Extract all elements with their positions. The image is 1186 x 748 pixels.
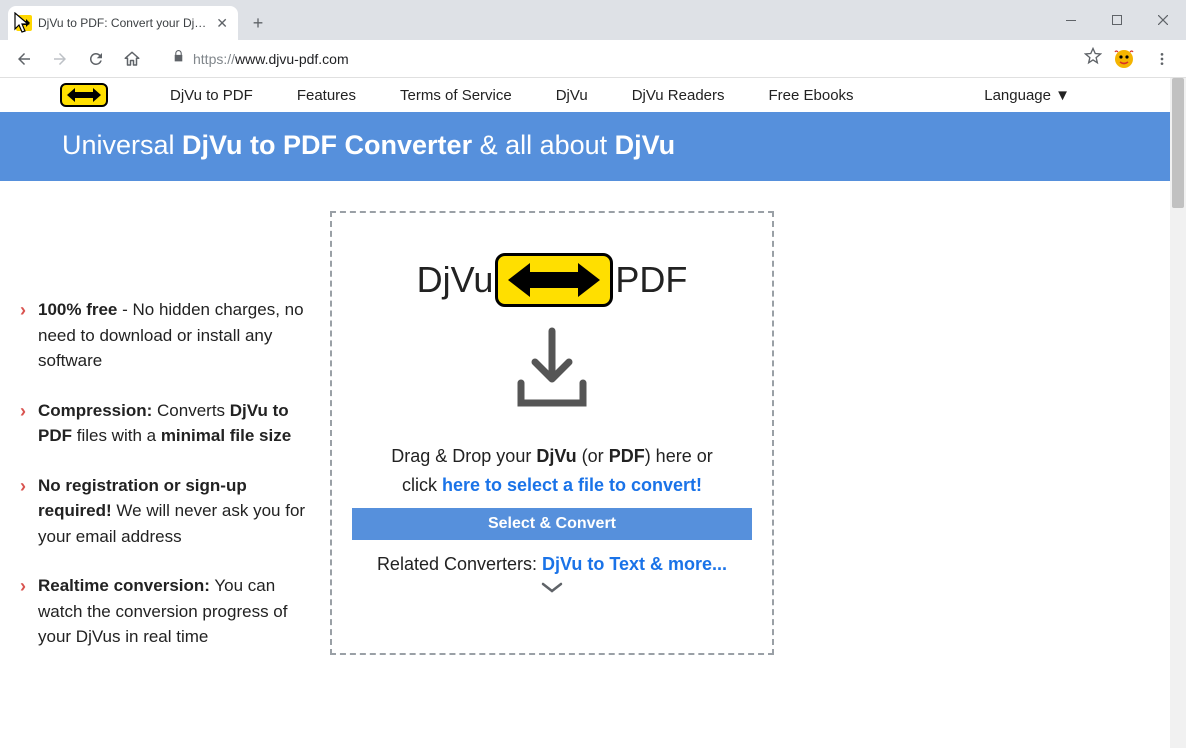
list-item: Compression: Converts DjVu to PDF files …	[20, 398, 310, 449]
page-viewport: DjVu to PDF Features Terms of Service Dj…	[0, 78, 1186, 748]
window-maximize-button[interactable]	[1094, 4, 1140, 36]
mouse-cursor-icon	[14, 12, 32, 39]
list-item: No registration or sign-up required! We …	[20, 473, 310, 550]
site-nav: DjVu to PDF Features Terms of Service Dj…	[0, 78, 1170, 112]
back-button[interactable]	[8, 43, 40, 75]
related-converters: Related Converters: DjVu to Text & more.…	[352, 554, 752, 575]
nav-link-features[interactable]: Features	[275, 87, 378, 104]
nav-link-ebooks[interactable]: Free Ebooks	[747, 87, 876, 104]
nav-link-djvu[interactable]: DjVu	[534, 87, 610, 104]
nav-link-readers[interactable]: DjVu Readers	[610, 87, 747, 104]
browser-menu-button[interactable]	[1146, 43, 1178, 75]
home-button[interactable]	[116, 43, 148, 75]
select-convert-button[interactable]: Select & Convert	[352, 508, 752, 540]
nav-link-terms[interactable]: Terms of Service	[378, 87, 534, 104]
url-text: https://www.djvu-pdf.com	[193, 51, 349, 67]
reload-button[interactable]	[80, 43, 112, 75]
browser-toolbar: https://www.djvu-pdf.com	[0, 40, 1186, 78]
vertical-scrollbar[interactable]	[1170, 78, 1186, 748]
forward-button[interactable]	[44, 43, 76, 75]
nav-link-djvu-to-pdf[interactable]: DjVu to PDF	[148, 87, 275, 104]
convert-arrow-icon	[495, 253, 613, 307]
address-bar[interactable]: https://www.djvu-pdf.com	[160, 45, 1072, 73]
drop-instructions: Drag & Drop your DjVu (or PDF) here or c…	[352, 442, 752, 500]
window-controls	[1048, 0, 1186, 40]
brand-row: DjVu PDF	[352, 253, 752, 307]
browser-tab[interactable]: DjVu to PDF: Convert your DjVus ✕	[8, 6, 238, 40]
list-item: 100% free - No hidden charges, no need t…	[20, 297, 310, 374]
hero-banner: Universal DjVu to PDF Converter & all ab…	[0, 112, 1170, 181]
main-area: 100% free - No hidden charges, no need t…	[0, 181, 1170, 674]
window-close-button[interactable]	[1140, 4, 1186, 36]
brand-left: DjVu	[417, 259, 494, 301]
lock-icon	[172, 49, 185, 68]
scrollbar-thumb[interactable]	[1172, 78, 1184, 208]
browser-tab-strip: DjVu to PDF: Convert your DjVus ✕ +	[0, 0, 1186, 40]
site-logo-icon[interactable]	[60, 83, 108, 107]
extension-icon[interactable]	[1112, 47, 1136, 71]
features-list: 100% free - No hidden charges, no need t…	[20, 211, 310, 674]
related-link[interactable]: DjVu to Text & more...	[542, 554, 727, 574]
new-tab-button[interactable]: +	[244, 9, 272, 37]
select-file-link[interactable]: here to select a file to convert!	[442, 475, 702, 495]
window-minimize-button[interactable]	[1048, 4, 1094, 36]
tab-close-icon[interactable]: ✕	[216, 15, 228, 32]
list-item: Realtime conversion: You can watch the c…	[20, 573, 310, 650]
download-icon	[352, 325, 752, 416]
drop-zone[interactable]: DjVu PDF Drag & Drop your DjVu (or PDF) …	[330, 211, 774, 655]
bookmark-star-icon[interactable]	[1084, 47, 1102, 70]
tab-title: DjVu to PDF: Convert your DjVus	[38, 16, 210, 30]
language-dropdown[interactable]: Language ▼	[984, 87, 1110, 104]
chevron-down-icon[interactable]	[352, 581, 752, 599]
brand-right: PDF	[615, 259, 687, 301]
